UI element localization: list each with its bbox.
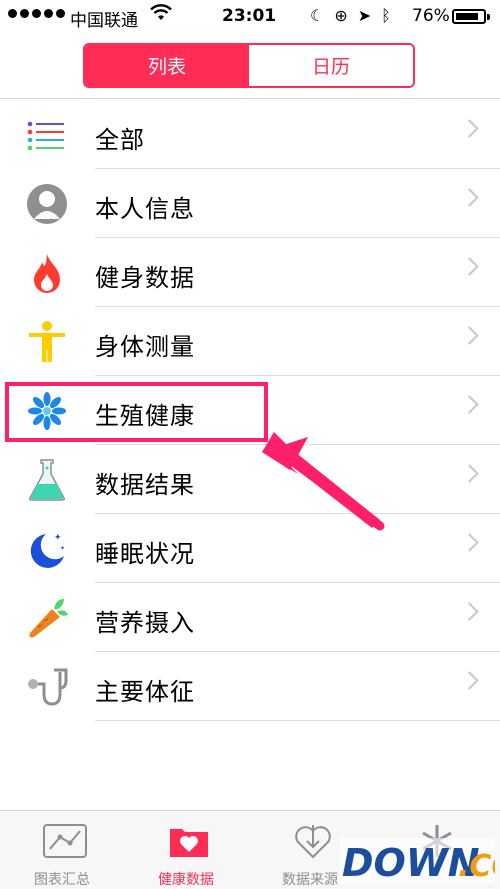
watermark-logo: DOWN .CC [340,838,500,885]
tab-health-data[interactable]: 健康数据 [136,811,236,889]
download-heart-icon [295,825,331,859]
chart-icon [43,824,87,858]
health-data-icon [170,829,208,857]
annotation-arrow-icon [262,432,385,531]
tab-label: 健康数据 [158,872,214,888]
tab-label: 图表汇总 [34,872,90,888]
tab-dashboard[interactable]: 图表汇总 [12,811,112,889]
svg-text:.CC: .CC [458,849,495,884]
